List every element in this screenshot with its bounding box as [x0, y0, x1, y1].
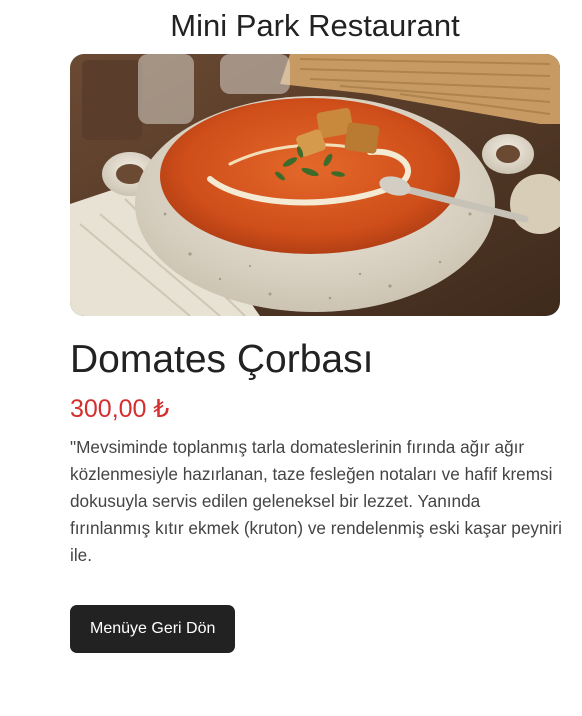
- back-to-menu-button[interactable]: Menüye Geri Dön: [70, 605, 236, 653]
- tomato-soup-photo-icon: [70, 54, 560, 316]
- restaurant-name: Mini Park Restaurant: [170, 8, 460, 43]
- dish-description: "Mevsiminde toplanmış tarla domateslerin…: [70, 437, 562, 565]
- dish-title: Domates Çorbası: [70, 338, 374, 381]
- dish-price: 300,00 ₺: [70, 395, 170, 423]
- dish-image: [70, 54, 560, 316]
